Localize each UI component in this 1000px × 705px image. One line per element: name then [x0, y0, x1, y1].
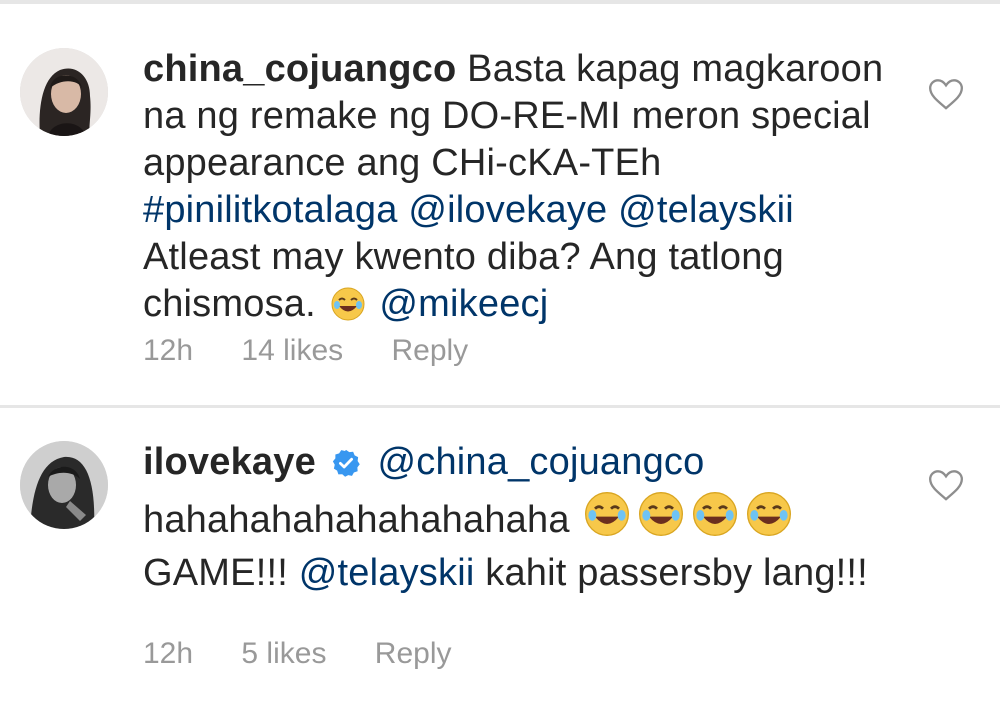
comment-body: hahahahahahahahahaha [143, 499, 570, 541]
reply-button[interactable]: Reply [375, 637, 452, 671]
face-with-tears-of-joy-icon [637, 490, 685, 550]
avatar[interactable] [20, 48, 108, 136]
comment-time: 12h [143, 637, 194, 670]
face-with-tears-of-joy-icon [691, 490, 739, 550]
comment-text: ilovekaye @china_cojuangco hahahahahahah… [143, 439, 903, 597]
comment-username[interactable]: ilovekaye [143, 441, 316, 483]
avatar-image [20, 48, 108, 136]
avatar-image [20, 441, 108, 529]
mention-link[interactable]: @china_cojuangco [377, 441, 704, 483]
comment-body: kahit passersby lang!!! [485, 552, 868, 594]
top-divider [0, 0, 1000, 4]
heart-icon[interactable] [926, 465, 966, 505]
likes-count[interactable]: 14 likes [241, 334, 343, 368]
hashtag-link[interactable]: #pinilitkotalaga [143, 189, 398, 231]
heart-icon[interactable] [926, 74, 966, 114]
comment: china_cojuangco Basta kapag magkaroon na… [0, 32, 1000, 402]
likes-count[interactable]: 5 likes [241, 637, 326, 671]
comment-time: 12h [143, 334, 194, 367]
verified-badge-icon [331, 443, 361, 490]
comment-body: GAME!!! [143, 552, 288, 594]
mention-link[interactable]: @telayskii [299, 552, 475, 594]
mention-link[interactable]: @mikeecj [379, 283, 548, 325]
comment: ilovekaye @china_cojuangco hahahahahahah… [0, 425, 1000, 695]
face-with-tears-of-joy-icon [583, 490, 631, 550]
comment-username[interactable]: china_cojuangco [143, 48, 456, 90]
comment-meta: 12h 5 likes Reply [143, 637, 492, 671]
reply-button[interactable]: Reply [391, 334, 468, 368]
comment-text: china_cojuangco Basta kapag magkaroon na… [143, 46, 903, 334]
mention-link[interactable]: @ilovekaye [408, 189, 607, 231]
face-with-tears-of-joy-icon [745, 490, 793, 550]
comment-meta: 12h 14 likes Reply [143, 334, 508, 368]
mention-link[interactable]: @telayskii [618, 189, 794, 231]
face-with-tears-of-joy-icon [330, 286, 366, 334]
avatar[interactable] [20, 441, 108, 529]
comment-divider [0, 405, 1000, 408]
